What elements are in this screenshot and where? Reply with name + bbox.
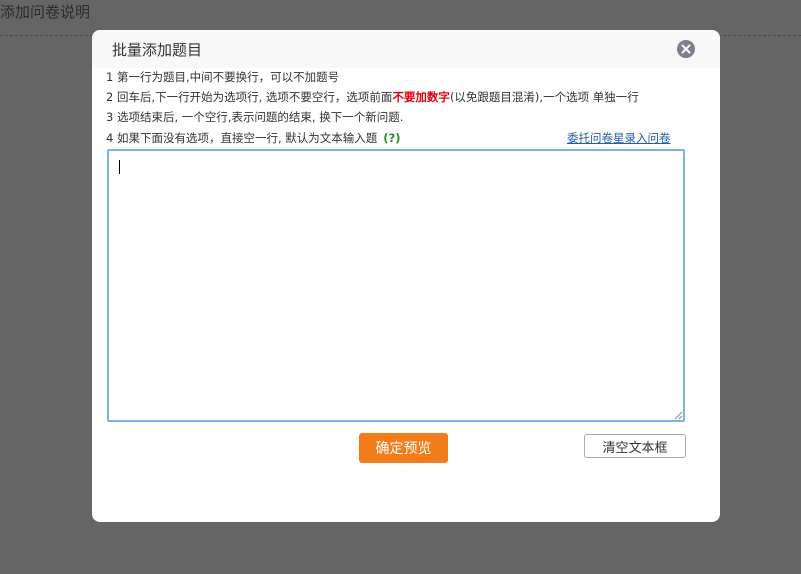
close-button[interactable] <box>677 40 695 58</box>
dialog-header: 批量添加题目 <box>92 30 720 68</box>
entrust-entry-link[interactable]: 委托问卷星录入问卷 <box>567 131 671 146</box>
close-icon <box>681 44 691 54</box>
instruction-line-2-suffix: (以免跟题目混淆),一个选项 单独一行 <box>449 90 639 104</box>
help-icon[interactable]: (?) <box>383 131 400 145</box>
instruction-line-1: 1 第一行为题目,中间不要换行，可以不加题号 <box>106 70 340 84</box>
instruction-line-3: 3 选项结束后, 一个空行,表示问题的结束, 换下一个新问题. <box>106 110 404 124</box>
batch-add-questions-dialog: 批量添加题目 1 第一行为题目,中间不要换行，可以不加题号 2 回车后,下一行开… <box>92 30 720 522</box>
clear-textarea-button[interactable]: 清空文本框 <box>584 434 686 458</box>
background-page-title: 添加问卷说明 <box>0 3 91 21</box>
instruction-line-2-prefix: 2 回车后,下一行开始为选项行, 选项不要空行，选项前面 <box>106 90 393 104</box>
instruction-line-4: 4 如果下面没有选项，直接空一行, 默认为文本输入题 (?) <box>106 131 400 146</box>
dialog-title: 批量添加题目 <box>112 41 203 59</box>
resize-grip-icon[interactable] <box>674 411 683 420</box>
instruction-line-4-text: 4 如果下面没有选项，直接空一行, 默认为文本输入题 <box>106 131 378 145</box>
confirm-preview-button[interactable]: 确定预览 <box>359 433 448 463</box>
instruction-highlight: 不要加数字 <box>392 90 450 104</box>
questions-textarea[interactable] <box>107 149 685 422</box>
text-caret <box>119 160 120 174</box>
instruction-line-2: 2 回车后,下一行开始为选项行, 选项不要空行，选项前面不要加数字(以免跟题目混… <box>106 90 639 105</box>
